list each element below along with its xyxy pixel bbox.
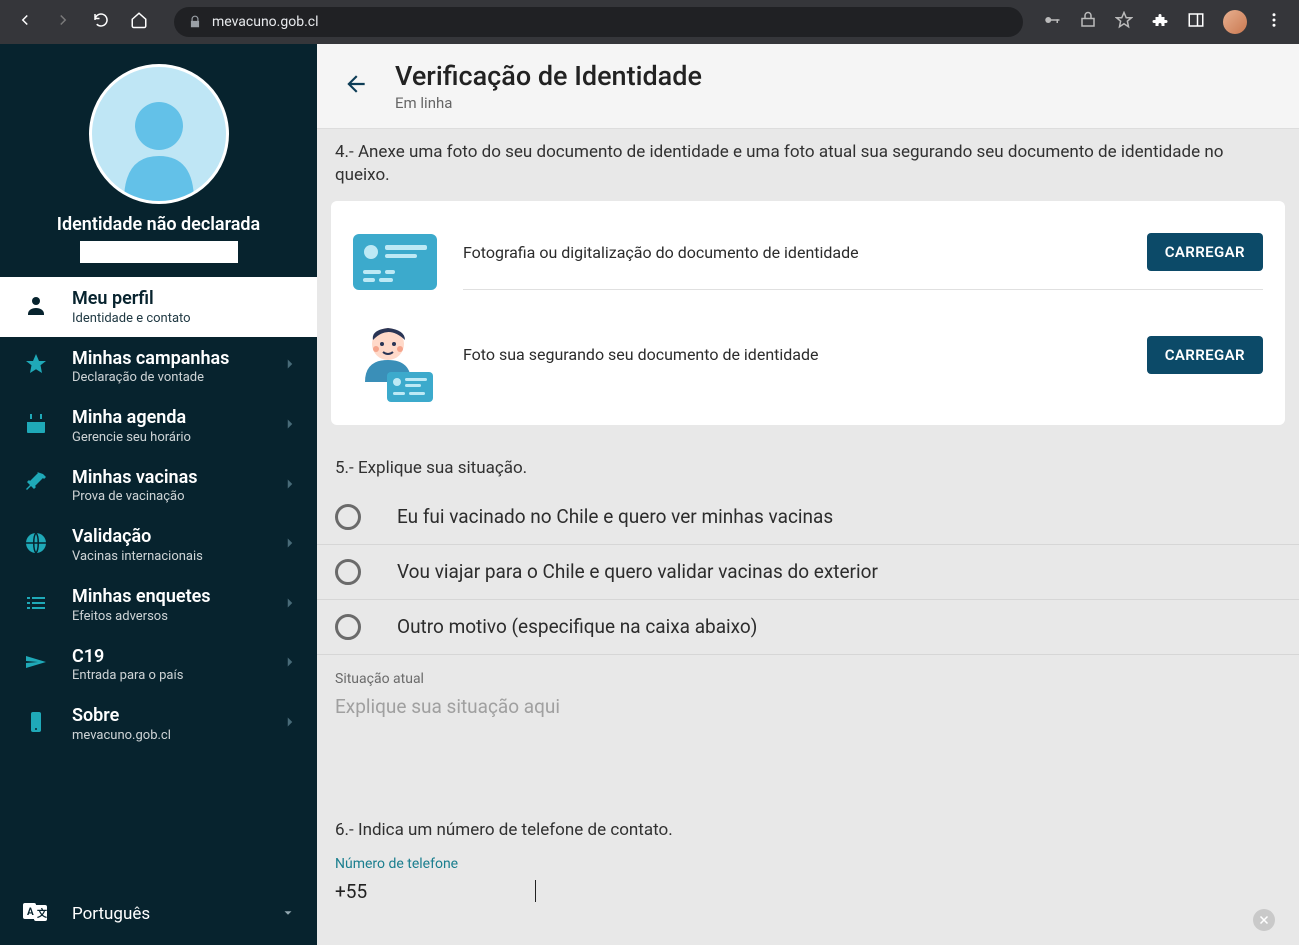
upload-card: Fotografia ou digitalização do documento… <box>331 201 1285 425</box>
calendar-icon <box>24 412 48 440</box>
share-icon[interactable] <box>1079 11 1097 33</box>
checklist-icon <box>24 591 48 619</box>
sidebar-item-sublabel: Gerencie seu horário <box>72 430 259 445</box>
chevron-down-icon <box>281 905 295 924</box>
key-icon[interactable] <box>1043 11 1061 33</box>
airplane-icon <box>24 650 48 678</box>
sidebar-item-sublabel: Declaração de vontade <box>72 370 259 385</box>
situation-textarea[interactable] <box>335 691 1281 791</box>
globe-icon <box>24 531 48 559</box>
page-title: Verificação de Identidade <box>395 60 702 92</box>
radio-label: Eu fui vacinado no Chile e quero ver min… <box>397 505 833 528</box>
text-cursor <box>535 880 536 902</box>
sidebar-item-label: Minha agenda <box>72 407 259 429</box>
chevron-right-icon <box>281 713 299 735</box>
section4-text: 4.- Anexe uma foto do seu documento de i… <box>317 129 1299 197</box>
sidebar-item-sublabel: mevacuno.gob.cl <box>72 728 259 743</box>
sidebar-item-c19[interactable]: C19 Entrada para o país <box>0 635 317 695</box>
home-icon[interactable] <box>130 11 148 33</box>
selfie-id-icon <box>353 327 437 401</box>
sidebar-item-campaigns[interactable]: Minhas campanhas Declaração de vontade <box>0 337 317 397</box>
sidebar-item-vaccines[interactable]: Minhas vacinas Prova de vacinação <box>0 456 317 516</box>
upload-row-selfie: Foto sua segurando seu documento de iden… <box>353 313 1263 415</box>
sidebar-item-surveys[interactable]: Minhas enquetes Efeitos adversos <box>0 575 317 635</box>
phone-field-label: Número de telefone <box>317 852 1299 876</box>
sidebar-item-validation[interactable]: Validação Vacinas internacionais <box>0 515 317 575</box>
identity-bar <box>80 241 238 263</box>
sidebar-item-agenda[interactable]: Minha agenda Gerencie seu horário <box>0 396 317 456</box>
identity-status: Identidade não declarada <box>0 214 317 235</box>
sidebar-item-about[interactable]: Sobre mevacuno.gob.cl <box>0 694 317 754</box>
phone-input[interactable] <box>335 876 535 907</box>
svg-text:文: 文 <box>37 907 48 920</box>
panel-icon[interactable] <box>1187 11 1205 33</box>
forward-icon[interactable] <box>54 11 72 33</box>
sidebar-item-sublabel: Efeitos adversos <box>72 609 259 624</box>
upload-label: Fotografia ou digitalização do documento… <box>463 243 859 262</box>
upload-button-selfie[interactable]: CARREGAR <box>1147 336 1263 374</box>
chevron-right-icon <box>281 534 299 556</box>
sidebar-item-label: Minhas enquetes <box>72 586 259 608</box>
radio-option-vaccinated[interactable]: Eu fui vacinado no Chile e quero ver min… <box>317 490 1299 545</box>
sidebar-item-profile[interactable]: Meu perfil Identidade e contato <box>0 277 317 337</box>
extensions-icon[interactable] <box>1151 11 1169 33</box>
svg-text:A: A <box>27 907 34 918</box>
sidebar-item-sublabel: Vacinas internacionais <box>72 549 259 564</box>
syringe-icon <box>24 472 48 500</box>
sidebar-item-label: Validação <box>72 526 259 548</box>
radio-label: Outro motivo (especifique na caixa abaix… <box>397 615 757 638</box>
profile-block: Identidade não declarada <box>0 44 317 277</box>
radio-icon <box>335 504 361 530</box>
sidebar-item-label: Meu perfil <box>72 288 299 310</box>
url-bar[interactable]: mevacuno.gob.cl <box>174 7 1023 37</box>
lock-icon <box>188 15 202 29</box>
avatar-placeholder-icon <box>89 64 229 204</box>
section6-text: 6.- Indica um número de telefone de cont… <box>317 795 1299 852</box>
upload-button-document[interactable]: CARREGAR <box>1147 233 1263 271</box>
radio-option-travel[interactable]: Vou viajar para o Chile e quero validar … <box>317 545 1299 600</box>
page-subtitle: Em linha <box>395 94 702 112</box>
main-content: Verificação de Identidade Em linha 4.- A… <box>317 44 1299 945</box>
chevron-right-icon <box>281 415 299 437</box>
radio-icon <box>335 559 361 585</box>
id-card-icon <box>353 225 437 299</box>
language-label: Português <box>72 904 259 924</box>
star-icon <box>24 352 48 380</box>
phone-icon <box>24 710 48 738</box>
radio-option-other[interactable]: Outro motivo (especifique na caixa abaix… <box>317 600 1299 655</box>
close-bubble-button[interactable] <box>1253 909 1275 931</box>
chevron-right-icon <box>281 475 299 497</box>
upload-label: Foto sua segurando seu documento de iden… <box>463 345 819 364</box>
star-icon[interactable] <box>1115 11 1133 33</box>
sidebar-item-label: Sobre <box>72 705 259 727</box>
sidebar-item-sublabel: Entrada para o país <box>72 668 259 683</box>
translate-icon: A文 <box>23 901 49 927</box>
sidebar-item-label: C19 <box>72 646 259 668</box>
back-arrow-button[interactable] <box>343 71 369 101</box>
sidebar-item-sublabel: Identidade e contato <box>72 311 299 326</box>
reload-icon[interactable] <box>92 11 110 33</box>
browser-chrome: mevacuno.gob.cl <box>0 0 1299 44</box>
section5-text: 5.- Explique sua situação. <box>317 425 1299 490</box>
sidebar-item-sublabel: Prova de vacinação <box>72 489 259 504</box>
sidebar: Identidade não declarada Meu perfil Iden… <box>0 44 317 945</box>
page-header: Verificação de Identidade Em linha <box>317 44 1299 129</box>
profile-avatar-icon[interactable] <box>1223 10 1247 34</box>
radio-icon <box>335 614 361 640</box>
back-icon[interactable] <box>16 11 34 33</box>
url-text: mevacuno.gob.cl <box>212 14 319 30</box>
menu-icon[interactable] <box>1265 11 1283 33</box>
upload-row-document: Fotografia ou digitalização do documento… <box>353 211 1263 313</box>
language-selector[interactable]: A文 Português <box>0 885 317 945</box>
chevron-right-icon <box>281 355 299 377</box>
sidebar-item-label: Minhas vacinas <box>72 467 259 489</box>
sidebar-item-label: Minhas campanhas <box>72 348 259 370</box>
chevron-right-icon <box>281 653 299 675</box>
situation-field-label: Situação atual <box>317 655 1299 691</box>
chevron-right-icon <box>281 594 299 616</box>
user-icon <box>24 293 48 321</box>
radio-label: Vou viajar para o Chile e quero validar … <box>397 560 878 583</box>
